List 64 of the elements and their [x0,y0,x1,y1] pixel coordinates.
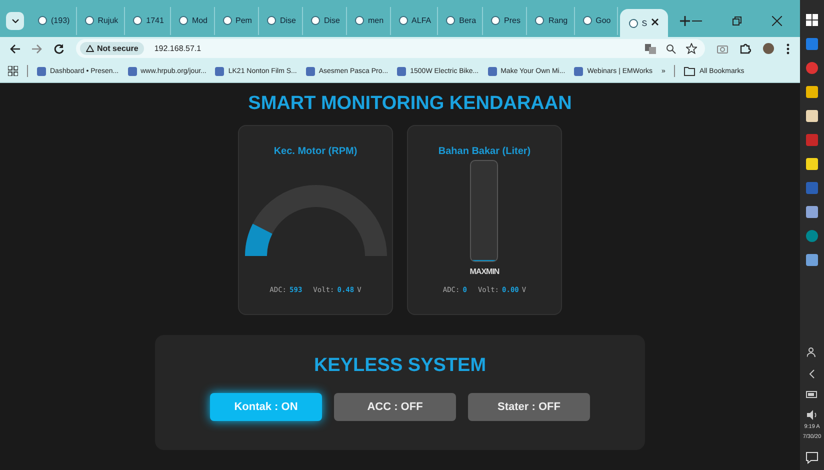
profile-avatar[interactable] [763,43,774,54]
puzzle-icon[interactable] [740,43,751,54]
battery-icon[interactable] [806,391,818,398]
gauge-title: Bahan Bakar (Liter) [438,146,531,157]
browser-tab[interactable]: Dise [304,6,347,34]
page-title: SMART MONITORING KENDARAAN [248,93,572,115]
browser-tab[interactable]: Dise [260,6,303,34]
favicon-icon [491,16,500,25]
toggle-button[interactable]: Stater : OFF [468,393,590,421]
browser-tab[interactable]: (193) [32,6,77,34]
reload-icon[interactable] [54,44,64,54]
browser-tab[interactable]: Bera [440,6,484,34]
tab-search-button[interactable] [6,12,24,30]
browser-tab[interactable]: Rang [529,6,575,34]
favicon-icon [310,16,320,25]
chevron-down-icon [12,18,18,22]
favicon-icon [178,16,188,25]
chevron-icon[interactable] [809,369,815,379]
app-icon[interactable] [806,62,818,74]
favicon-icon [354,16,364,25]
more-icon[interactable] [786,42,790,54]
browser-tab[interactable]: Goo [576,6,618,34]
warning-icon [86,45,94,52]
forward-icon[interactable] [32,44,42,54]
folder-icon [684,66,696,76]
favicon-icon [582,16,592,25]
restore-icon[interactable] [732,16,742,26]
browser-tab[interactable]: Pres [485,6,528,34]
browser-tab[interactable]: Pem [216,6,259,34]
security-chip[interactable]: Not secure [80,42,144,55]
browser-tab[interactable]: Mod [172,6,214,34]
speaker-icon[interactable] [806,410,818,420]
favicon-icon [535,16,544,25]
toggle-button[interactable]: ACC : OFF [334,393,456,421]
browser-tab[interactable]: Rujuk [78,6,126,34]
favicon-icon [38,16,47,25]
address-field[interactable]: Not secure 192.168.57.1 [76,39,705,58]
favicon-icon [133,16,142,25]
browser-tab[interactable]: S [620,9,668,37]
zoom-icon[interactable] [666,44,676,54]
favicon-icon [84,16,94,25]
favicon-icon [628,18,638,28]
close-icon[interactable] [772,16,782,26]
browser-tab[interactable]: 1741 [127,6,171,34]
favicon-icon [222,16,232,25]
translate-icon[interactable] [645,44,656,54]
keyless-title: KEYLESS SYSTEM [314,355,486,377]
camera-icon[interactable] [717,44,728,54]
favicon-icon [398,16,408,25]
back-icon[interactable] [10,44,20,54]
star-icon[interactable] [686,43,697,54]
browser-tab[interactable]: ALFA [392,6,438,34]
gauge-title: Kec. Motor (RPM) [274,146,358,157]
favicon-icon [266,16,276,25]
favicon-icon [446,16,456,25]
app-icon[interactable] [806,230,818,242]
close-icon[interactable] [651,18,660,28]
apps-grid-icon[interactable] [8,66,18,76]
tank-scale-label: MAXMIN [470,267,500,276]
people-icon[interactable] [807,347,817,357]
windows-logo-icon[interactable] [806,14,818,26]
notification-icon[interactable] [806,452,818,464]
browser-tab[interactable]: men [348,6,391,34]
new-tab-icon[interactable] [680,16,690,26]
